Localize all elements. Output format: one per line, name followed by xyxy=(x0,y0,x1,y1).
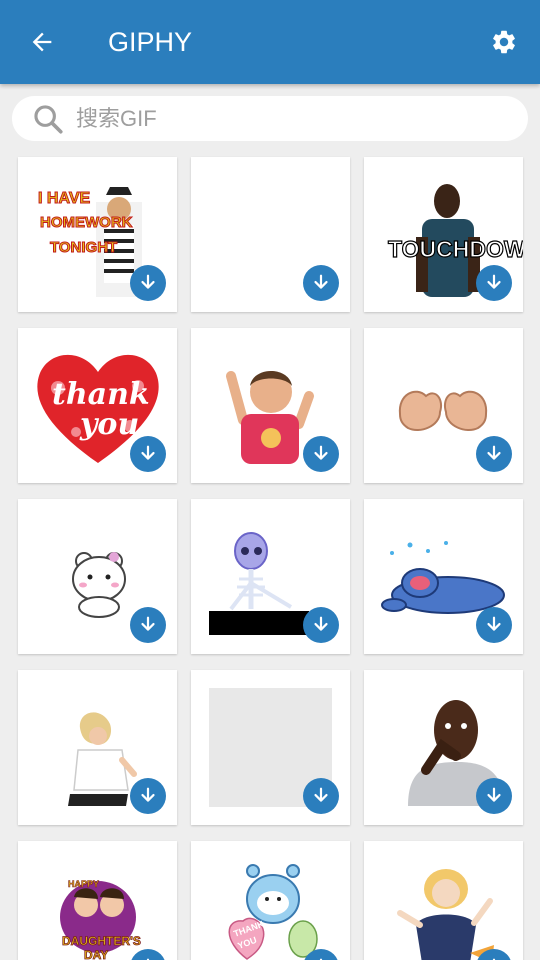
svg-text:HAPPY: HAPPY xyxy=(68,879,99,889)
white-bear-sticker[interactable] xyxy=(18,499,177,654)
homework-sticker[interactable]: I HAVE HOMEWORK TONIGHT xyxy=(18,157,177,312)
download-button[interactable] xyxy=(130,607,166,643)
stitch-crying-sticker[interactable] xyxy=(364,499,523,654)
download-button[interactable] xyxy=(476,436,512,472)
blank-sticker[interactable] xyxy=(191,157,350,312)
girl-cheering-sticker[interactable] xyxy=(364,841,523,960)
svg-text:DAUGHTER'S: DAUGHTER'S xyxy=(62,934,141,948)
settings-button[interactable] xyxy=(484,22,524,62)
loading-placeholder-sticker[interactable] xyxy=(191,670,350,825)
download-button[interactable] xyxy=(476,607,512,643)
search-icon xyxy=(30,101,66,137)
daughters-day-sticker[interactable]: HAPPY DAUGHTER'S DAY xyxy=(18,841,177,960)
download-icon xyxy=(314,787,328,802)
baby-cheering-sticker[interactable] xyxy=(191,328,350,483)
search-input[interactable] xyxy=(76,105,476,132)
svg-text:TONIGHT: TONIGHT xyxy=(50,239,117,256)
download-button[interactable] xyxy=(303,778,339,814)
download-icon xyxy=(492,958,496,960)
download-button[interactable] xyxy=(303,607,339,643)
svg-text:TOUCHDOWN: TOUCHDOWN xyxy=(388,236,523,262)
daughters-day-image: HAPPY DAUGHTER'S DAY xyxy=(60,879,141,960)
bear-thank-you-sticker[interactable]: THANK YOU xyxy=(191,841,350,960)
svg-text:I HAVE: I HAVE xyxy=(38,190,90,207)
search-bar[interactable] xyxy=(12,96,528,141)
thank-you-heart-sticker[interactable]: thank you xyxy=(18,328,177,483)
download-icon xyxy=(319,958,323,960)
skeleton-waiting-sticker[interactable] xyxy=(191,499,350,654)
download-icon xyxy=(141,274,155,289)
arrow-left-icon xyxy=(32,32,52,52)
back-button[interactable] xyxy=(22,22,62,62)
fist-heart-sticker[interactable] xyxy=(364,328,523,483)
bear-thank-you-image: THANK YOU xyxy=(228,864,318,960)
gear-icon xyxy=(493,30,515,54)
download-icon xyxy=(314,616,328,631)
download-icon xyxy=(487,274,501,289)
download-button[interactable] xyxy=(130,436,166,472)
download-button[interactable] xyxy=(303,436,339,472)
woman-dancing-sticker[interactable] xyxy=(18,670,177,825)
download-icon xyxy=(141,445,155,460)
download-icon xyxy=(141,787,155,802)
download-icon xyxy=(146,958,150,960)
download-icon xyxy=(487,616,501,631)
app-bar: GIPHY xyxy=(0,0,540,84)
app-title: GIPHY xyxy=(108,27,193,57)
download-icon xyxy=(314,445,328,460)
download-button[interactable] xyxy=(130,778,166,814)
download-button[interactable] xyxy=(130,265,166,301)
download-button[interactable] xyxy=(303,265,339,301)
download-button[interactable] xyxy=(476,265,512,301)
svg-text:DAY: DAY xyxy=(84,948,108,960)
girl-cheering-image xyxy=(397,869,494,960)
svg-text:HOMEWORK: HOMEWORK xyxy=(40,214,133,231)
man-thinking-sticker[interactable] xyxy=(364,670,523,825)
download-icon xyxy=(314,274,328,289)
download-icon xyxy=(487,445,501,460)
download-icon xyxy=(141,616,155,631)
svg-text:you: you xyxy=(79,407,139,442)
download-icon xyxy=(487,787,501,802)
download-button[interactable] xyxy=(476,778,512,814)
touchdown-sticker[interactable]: TOUCHDOWN xyxy=(364,157,523,312)
